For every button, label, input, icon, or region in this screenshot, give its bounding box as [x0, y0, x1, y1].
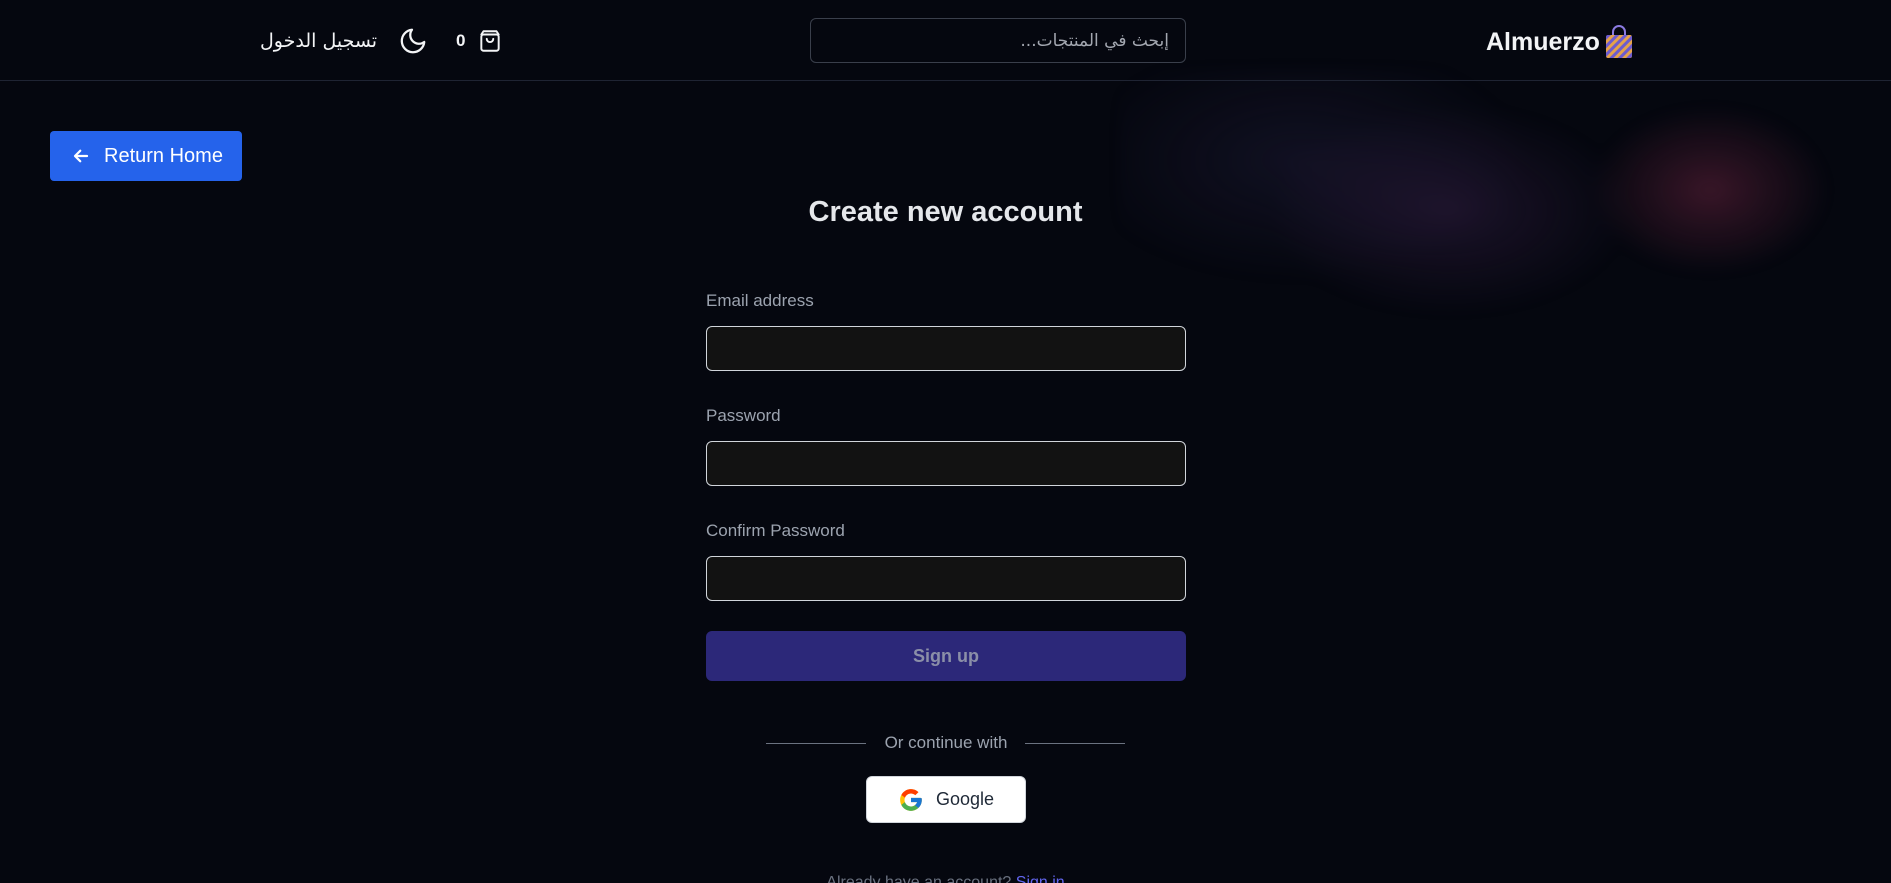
- cart-icon: [480, 30, 501, 52]
- return-home-label: Return Home: [104, 144, 223, 167]
- divider-line-right: [1025, 743, 1125, 744]
- shopping-bag-icon: [1605, 25, 1632, 58]
- sign-in-link[interactable]: Sign in: [1016, 874, 1065, 883]
- cart-button[interactable]: 0: [456, 26, 503, 56]
- sign-in-prompt: Already have an account? Sign in: [0, 874, 1891, 883]
- divider-text: Or continue with: [884, 733, 1008, 752]
- sign-in-prompt-text: Already have an account?: [826, 874, 1012, 883]
- confirm-password-label: Confirm Password: [706, 521, 845, 540]
- return-home-button[interactable]: Return Home: [50, 131, 242, 181]
- brand-name: Almuerzo: [1486, 27, 1600, 56]
- cart-count: 0: [456, 31, 466, 50]
- moon-icon[interactable]: [398, 26, 428, 56]
- google-label: Google: [935, 789, 995, 809]
- page-title: Create new account: [808, 196, 1083, 228]
- password-label: Password: [706, 406, 781, 425]
- search-input[interactable]: [811, 19, 1185, 62]
- confirm-password-field[interactable]: [706, 556, 1186, 601]
- google-sign-in-button[interactable]: Google: [866, 776, 1026, 823]
- sign-up-button[interactable]: Sign up: [706, 631, 1186, 681]
- email-field[interactable]: [706, 326, 1186, 371]
- email-label: Email address: [706, 291, 814, 310]
- top-navbar: Almuerzo 0: [0, 0, 1891, 81]
- google-icon: [900, 788, 922, 811]
- divider-line-left: [766, 743, 866, 744]
- background-glow: [1120, 70, 1880, 460]
- arrow-left-icon: [73, 149, 89, 163]
- page: Almuerzo 0: [0, 0, 1891, 883]
- search-box[interactable]: [810, 18, 1186, 63]
- login-link[interactable]: تسجيل الدخول: [260, 26, 377, 56]
- password-field[interactable]: [706, 441, 1186, 486]
- brand-logo[interactable]: Almuerzo: [1486, 22, 1634, 62]
